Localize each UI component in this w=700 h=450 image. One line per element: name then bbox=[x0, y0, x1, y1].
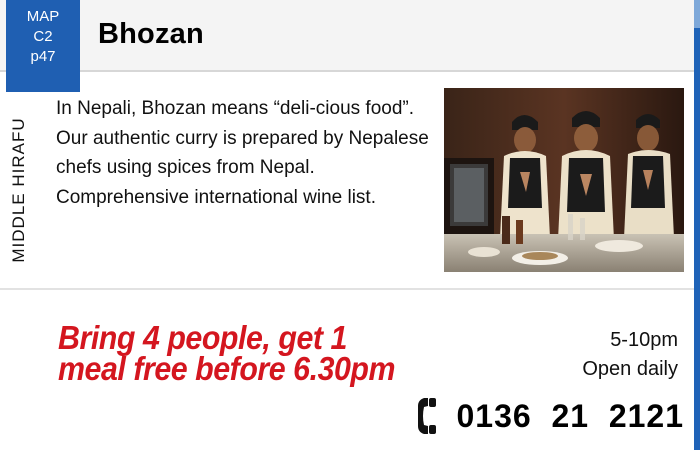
restaurant-title: Bhozan bbox=[98, 18, 204, 50]
phone-contact: 0136 21 2121 bbox=[414, 394, 684, 438]
map-reference-badge: MAP C2 p47 bbox=[6, 0, 80, 92]
promo-offer: Bring 4 people, get 1 meal free before 6… bbox=[58, 319, 396, 387]
restaurant-description: In Nepali, Bhozan means “deli-cious food… bbox=[56, 98, 429, 208]
hours-time: 5-10pm bbox=[610, 329, 678, 351]
hours-days: Open daily bbox=[582, 358, 678, 380]
chefs-photo-illustration bbox=[444, 88, 684, 272]
restaurant-photo bbox=[444, 88, 684, 272]
district-label: MIDDLE HIRAFU bbox=[9, 117, 28, 263]
section-divider bbox=[0, 288, 694, 290]
opening-hours: 5-10pm Open daily bbox=[582, 326, 678, 384]
phone-number[interactable]: 0136 21 2121 bbox=[456, 398, 684, 435]
page-edge-tab bbox=[694, 0, 700, 450]
map-page: p47 bbox=[30, 48, 56, 65]
map-label: MAP bbox=[26, 8, 60, 25]
map-grid: C2 bbox=[33, 28, 53, 45]
page-edge-highlight bbox=[694, 0, 700, 28]
phone-icon bbox=[418, 398, 437, 434]
district-label-area: MIDDLE HIRAFU bbox=[4, 92, 34, 288]
